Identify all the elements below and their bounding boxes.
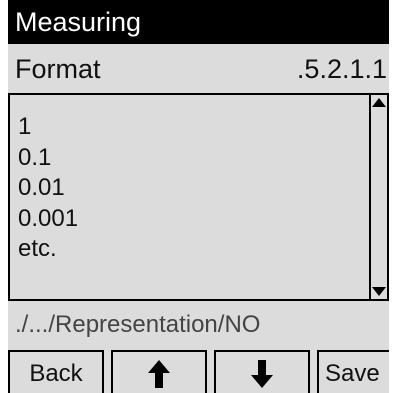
softkey-bar: Back Save <box>8 350 389 393</box>
arrow-down-icon <box>251 360 273 388</box>
list-item[interactable]: 0.1 <box>18 143 78 174</box>
list-item[interactable]: 0.01 <box>18 173 78 204</box>
device-screen: Measuring Format .5.2.1.1 1 0.1 0.01 0.0… <box>8 0 389 393</box>
scroll-up-icon[interactable] <box>372 98 386 107</box>
screen-title: Measuring <box>8 0 389 44</box>
back-button[interactable]: Back <box>8 350 104 393</box>
scroll-down-icon[interactable] <box>372 287 386 296</box>
save-button[interactable]: Save <box>317 350 389 393</box>
up-button[interactable] <box>111 350 207 393</box>
list-item[interactable]: etc. <box>18 234 78 265</box>
format-row: Format .5.2.1.1 <box>8 47 389 91</box>
format-label: Format <box>15 54 101 84</box>
down-button[interactable] <box>214 350 310 393</box>
list-items: 1 0.1 0.01 0.001 etc. <box>18 112 78 265</box>
list-item[interactable]: 1 <box>18 112 78 143</box>
list-item[interactable]: 0.001 <box>18 204 78 235</box>
scrollbar[interactable] <box>369 95 387 299</box>
format-options-list[interactable]: 1 0.1 0.01 0.001 etc. <box>8 93 389 301</box>
path-breadcrumb: ./.../Representation/NO <box>15 311 261 338</box>
arrow-up-icon <box>148 360 170 388</box>
format-value: .5.2.1.1 <box>296 54 387 84</box>
